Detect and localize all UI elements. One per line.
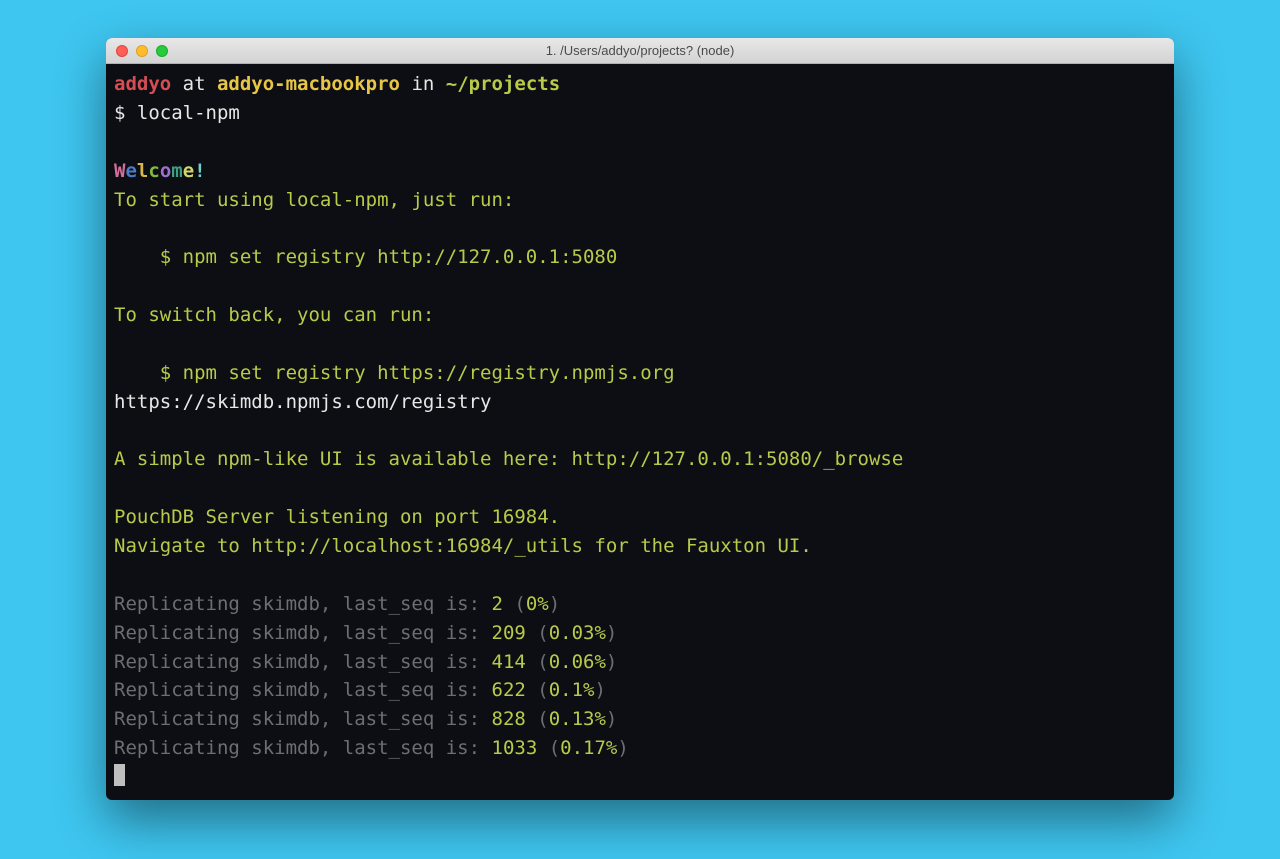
replication-seq: 2: [492, 593, 503, 615]
replication-line-prefix: Replicating skimdb, last_seq is:: [114, 622, 492, 644]
prompt-host: addyo-macbookpro: [217, 73, 400, 95]
line-switch-back: To switch back, you can run:: [114, 304, 434, 326]
line-ui-hint: A simple npm-like UI is available here: …: [114, 448, 903, 470]
line-pouchdb: PouchDB Server listening on port 16984.: [114, 506, 560, 528]
prompt-symbol: $: [114, 102, 137, 124]
window-title: 1. /Users/addyo/projects? (node): [106, 43, 1174, 58]
welcome-banner: Welcome!: [114, 160, 206, 182]
replication-seq: 622: [492, 679, 526, 701]
replication-pct: 0.03%: [549, 622, 606, 644]
replication-seq: 1033: [492, 737, 538, 759]
replication-pct: 0%: [526, 593, 549, 615]
titlebar[interactable]: 1. /Users/addyo/projects? (node): [106, 38, 1174, 64]
line-set-registry-back: $ npm set registry https://registry.npmj…: [114, 362, 675, 384]
prompt-path: ~/projects: [446, 73, 560, 95]
prompt-user: addyo: [114, 73, 171, 95]
replication-line-prefix: Replicating skimdb, last_seq is:: [114, 737, 492, 759]
prompt-at: at: [171, 73, 217, 95]
line-skimdb-url: https://skimdb.npmjs.com/registry: [114, 391, 492, 413]
replication-pct: 0.1%: [549, 679, 595, 701]
prompt-command: local-npm: [137, 102, 240, 124]
terminal-body[interactable]: addyo at addyo-macbookpro in ~/projects …: [106, 64, 1174, 800]
line-set-registry: $ npm set registry http://127.0.0.1:5080: [114, 246, 617, 268]
replication-line-prefix: Replicating skimdb, last_seq is:: [114, 593, 492, 615]
line-start-hint: To start using local-npm, just run:: [114, 189, 514, 211]
replication-seq: 414: [492, 651, 526, 673]
replication-seq: 209: [492, 622, 526, 644]
line-fauxton: Navigate to http://localhost:16984/_util…: [114, 535, 812, 557]
replication-pct: 0.06%: [549, 651, 606, 673]
prompt-in: in: [400, 73, 446, 95]
replication-pct: 0.13%: [549, 708, 606, 730]
replication-pct: 0.17%: [560, 737, 617, 759]
replication-seq: 828: [492, 708, 526, 730]
replication-line-prefix: Replicating skimdb, last_seq is:: [114, 679, 492, 701]
replication-line-prefix: Replicating skimdb, last_seq is:: [114, 651, 492, 673]
replication-line-prefix: Replicating skimdb, last_seq is:: [114, 708, 492, 730]
terminal-window: 1. /Users/addyo/projects? (node) addyo a…: [106, 38, 1174, 800]
cursor-icon: [114, 764, 125, 786]
replication-log: Replicating skimdb, last_seq is: 2 (0%) …: [114, 593, 629, 759]
